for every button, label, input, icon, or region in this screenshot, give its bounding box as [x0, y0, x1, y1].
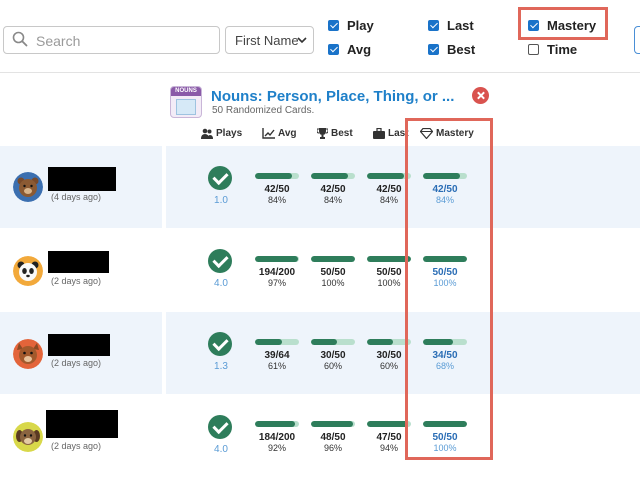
last-played: (2 days ago): [51, 276, 102, 286]
best-bar-fill: [311, 173, 348, 179]
toolbar-edge-button[interactable]: [634, 26, 640, 54]
avg-fraction: 42/50: [264, 184, 290, 195]
last-played: (4 days ago): [51, 192, 102, 202]
squirrel-avatar: [13, 339, 43, 369]
best-bar: [311, 421, 355, 427]
avg-percent: 84%: [267, 195, 286, 205]
best-percent: 96%: [323, 443, 342, 453]
avg-bar: [255, 256, 299, 262]
last-played: (2 days ago): [51, 358, 102, 368]
deck-subtitle: 50 Randomized Cards.: [212, 105, 315, 116]
dog-avatar: [13, 422, 43, 452]
checkbox-play-label: Play: [347, 18, 374, 33]
checkbox-time[interactable]: Time: [528, 42, 577, 57]
line-chart-icon: [262, 128, 275, 139]
checkbox-last[interactable]: Last: [428, 18, 474, 33]
best-bar-fill: [311, 339, 338, 345]
last-bar-fill: [367, 421, 409, 427]
best-fraction: 50/50: [320, 267, 346, 278]
close-icon[interactable]: [472, 87, 489, 104]
briefcase-icon: [373, 128, 385, 139]
plays-count: 4.0: [214, 278, 228, 289]
redacted-name: [46, 410, 118, 438]
best-percent: 84%: [323, 195, 342, 205]
avg-fraction: 184/200: [258, 432, 296, 443]
search-box[interactable]: [3, 26, 220, 54]
avg-bar: [255, 173, 299, 179]
checkbox-play-box[interactable]: [328, 20, 339, 31]
best-percent: 60%: [323, 361, 342, 371]
checkbox-avg-box[interactable]: [328, 44, 339, 55]
col-header-avg[interactable]: Avg: [262, 128, 297, 139]
chevron-down-icon: [297, 37, 307, 44]
mastery-column-highlight: [405, 118, 493, 460]
search-icon: [12, 31, 28, 47]
checkbox-best-label: Best: [447, 42, 476, 57]
last-bar-fill: [367, 339, 394, 345]
best-percent: 100%: [321, 278, 345, 288]
last-bar-fill: [367, 173, 404, 179]
checkbox-best-box[interactable]: [428, 44, 439, 55]
col-header-plays-label: Plays: [216, 128, 243, 139]
col-header-best[interactable]: Best: [317, 128, 353, 139]
best-bar: [311, 339, 355, 345]
avg-bar-fill: [255, 339, 282, 345]
redacted-name: [48, 251, 109, 273]
bear-avatar: [13, 172, 43, 202]
panda-avatar: [13, 256, 43, 286]
checkbox-play[interactable]: Play: [328, 18, 374, 33]
checkbox-last-box[interactable]: [428, 20, 439, 31]
col-header-plays[interactable]: Plays: [201, 128, 242, 139]
best-bar-fill: [311, 256, 355, 262]
plays-count: 1.3: [214, 361, 228, 372]
checkmark-icon: [208, 415, 232, 439]
avg-bar: [255, 421, 299, 427]
col-header-avg-label: Avg: [278, 128, 297, 139]
players-icon: [201, 128, 213, 139]
mastery-highlight-box: [518, 7, 608, 40]
checkmark-icon: [208, 332, 232, 356]
avg-percent: 61%: [267, 361, 286, 371]
best-bar: [311, 173, 355, 179]
checkbox-last-label: Last: [447, 18, 474, 33]
last-played: (2 days ago): [51, 441, 102, 451]
deck-thumbnail: NOUNS: [170, 86, 202, 118]
best-bar: [311, 256, 355, 262]
checkmark-icon: [208, 249, 232, 273]
checkbox-avg[interactable]: Avg: [328, 42, 371, 57]
best-fraction: 42/50: [320, 184, 346, 195]
best-fraction: 48/50: [320, 432, 346, 443]
checkbox-best[interactable]: Best: [428, 42, 475, 57]
best-fraction: 30/50: [320, 350, 346, 361]
avg-percent: 92%: [267, 443, 286, 453]
avg-bar-fill: [255, 256, 298, 262]
deck-title[interactable]: Nouns: Person, Place, Thing, or ...: [211, 88, 454, 105]
plays-count: 4.0: [214, 444, 228, 455]
avg-bar: [255, 339, 299, 345]
redacted-name: [48, 167, 116, 191]
checkmark-icon: [208, 166, 232, 190]
col-header-last[interactable]: Last: [373, 128, 409, 139]
redacted-name: [48, 334, 110, 356]
deck-thumbnail-label: NOUNS: [171, 87, 201, 96]
best-bar-fill: [311, 421, 354, 427]
search-input[interactable]: [34, 31, 218, 51]
checkbox-avg-label: Avg: [347, 42, 372, 57]
sort-select-value: First Name: [235, 33, 299, 48]
avg-bar-fill: [255, 173, 292, 179]
col-header-best-label: Best: [331, 128, 353, 139]
avg-percent: 97%: [267, 278, 286, 288]
checkbox-time-box[interactable]: [528, 44, 539, 55]
avg-bar-fill: [255, 421, 296, 427]
checkbox-time-label: Time: [547, 42, 578, 57]
avg-fraction: 39/64: [264, 350, 290, 361]
trophy-icon: [317, 128, 328, 139]
avg-fraction: 194/200: [258, 267, 296, 278]
plays-count: 1.0: [214, 195, 228, 206]
sort-select[interactable]: First Name: [225, 26, 314, 54]
deck-thumbnail-card: [176, 99, 196, 115]
toolbar-divider: [0, 72, 640, 73]
